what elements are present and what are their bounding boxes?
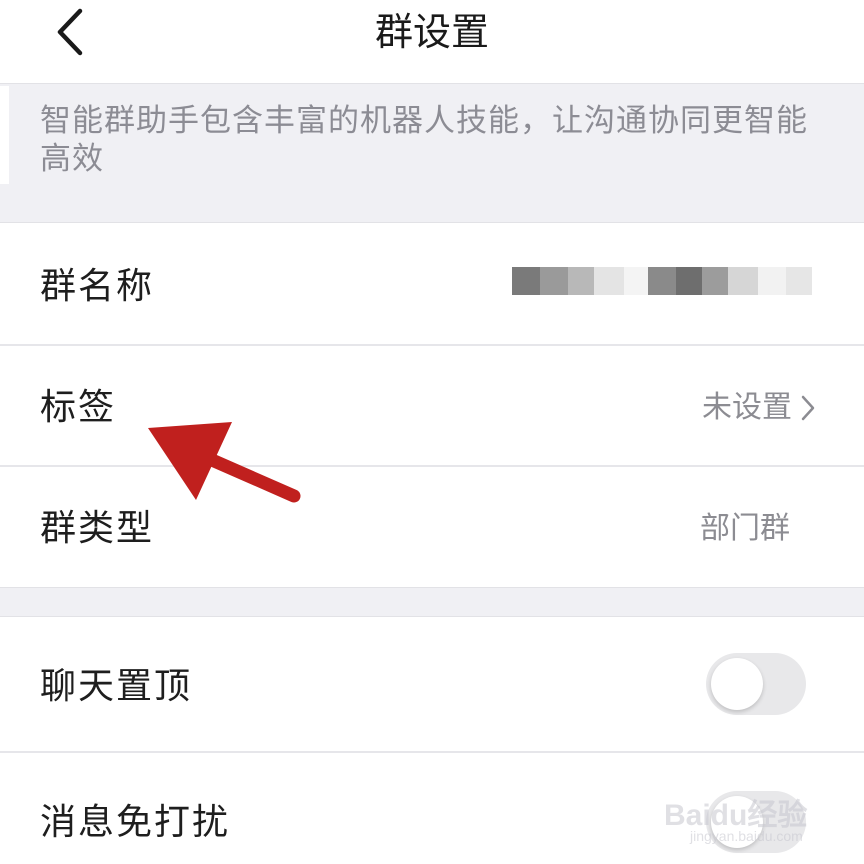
description-banner: 智能群助手包含丰富的机器人技能，让沟通协同更智能高效	[0, 86, 864, 194]
group-settings-page: 群设置 智能群助手包含丰富的机器人技能，让沟通协同更智能高效 群名称 标签 未设…	[0, 0, 864, 864]
mute-label: 消息免打扰	[40, 802, 231, 843]
tag-label: 标签	[40, 387, 117, 428]
row-pin-chat: 聊天置顶	[0, 617, 864, 751]
pin-chat-label: 聊天置顶	[40, 666, 193, 707]
banner-edge	[0, 86, 9, 184]
row-group-type: 群类型 部门群	[0, 467, 864, 587]
chat-settings-section: 聊天置顶 消息免打扰	[0, 616, 864, 864]
toggle-knob	[711, 796, 763, 848]
group-type-label: 群类型	[40, 508, 155, 549]
tag-value: 未设置	[702, 390, 792, 425]
chevron-right-icon	[801, 395, 815, 421]
toggle-knob	[711, 658, 763, 710]
group-name-label: 群名称	[40, 266, 155, 307]
group-type-value: 部门群	[700, 511, 790, 546]
pin-chat-toggle[interactable]	[706, 653, 806, 715]
row-tag[interactable]: 标签 未设置	[0, 346, 864, 466]
row-mute: 消息免打扰	[0, 753, 864, 864]
group-info-section: 群名称 标签 未设置 群类型 部门群	[0, 222, 864, 588]
page-title: 群设置	[374, 10, 489, 54]
nav-bar: 群设置	[0, 0, 864, 84]
description-text: 智能群助手包含丰富的机器人技能，让沟通协同更智能高效	[40, 103, 808, 177]
row-group-name[interactable]: 群名称	[0, 223, 864, 345]
mute-toggle[interactable]	[706, 791, 806, 853]
group-name-value-blurred	[512, 267, 812, 297]
